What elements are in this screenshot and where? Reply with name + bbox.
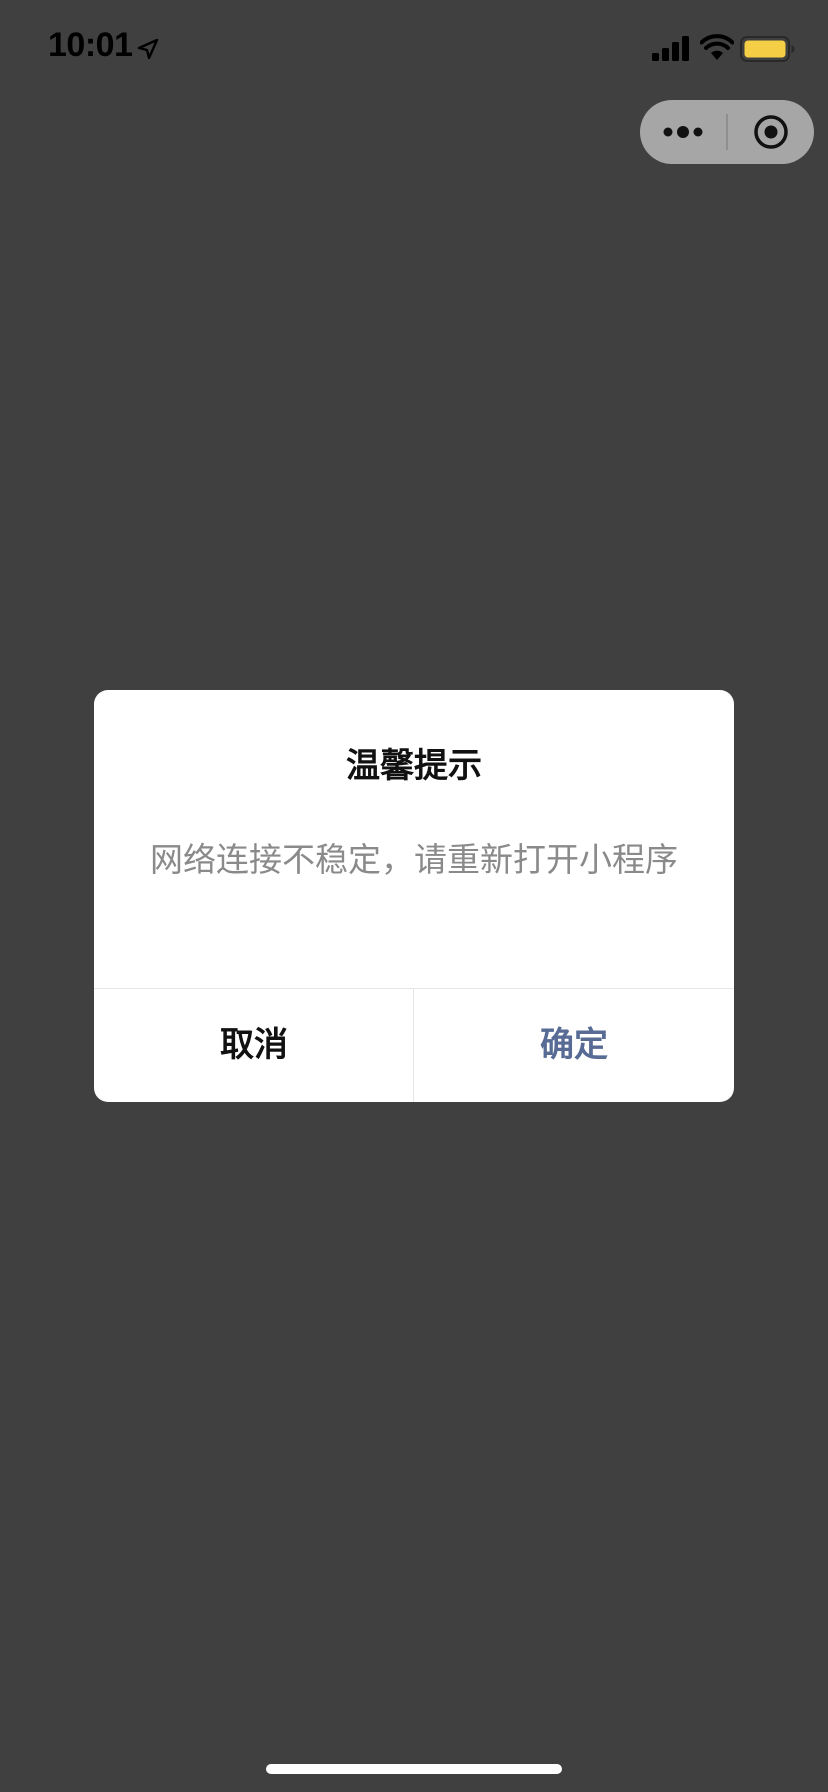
cellular-signal-icon xyxy=(652,36,689,61)
confirm-button[interactable]: 确定 xyxy=(414,989,734,1102)
more-button[interactable] xyxy=(640,100,726,164)
location-arrow-icon xyxy=(137,38,159,60)
dialog-title: 温馨提示 xyxy=(346,746,482,786)
cancel-button[interactable]: 取消 xyxy=(94,989,414,1102)
dialog-message: 网络连接不稳定，请重新打开小程序 xyxy=(150,840,678,879)
close-button[interactable] xyxy=(728,100,814,164)
wifi-icon xyxy=(700,34,734,60)
home-indicator[interactable] xyxy=(266,1764,562,1774)
dialog-button-bar: 取消 确定 xyxy=(94,988,734,1102)
battery-icon xyxy=(740,36,795,62)
status-bar: 10:01 xyxy=(0,0,828,100)
alert-dialog: 温馨提示 网络连接不稳定，请重新打开小程序 取消 确定 xyxy=(94,690,734,1102)
status-time: 10:01 xyxy=(48,26,133,64)
mini-program-capsule xyxy=(640,100,814,164)
close-target-icon xyxy=(754,115,788,149)
more-dots-icon xyxy=(663,126,703,138)
